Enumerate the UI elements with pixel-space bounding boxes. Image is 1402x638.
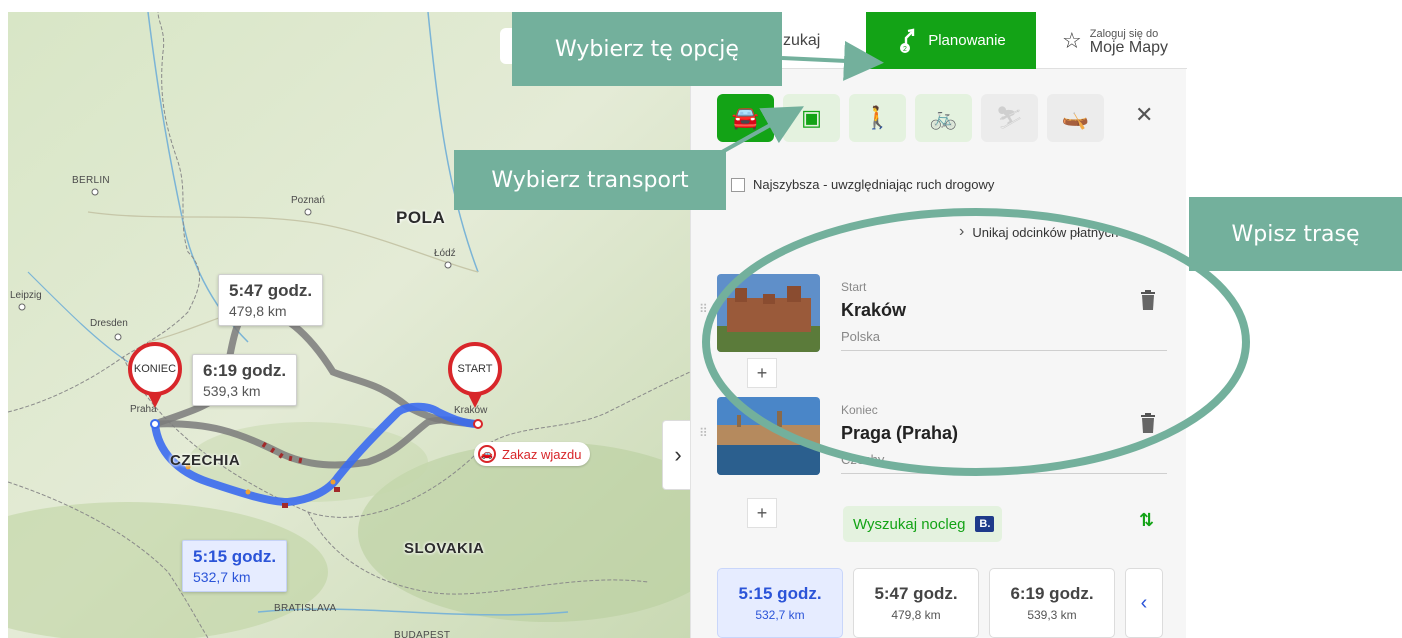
annotation-choose-transport: Wybierz transport (454, 150, 726, 210)
route-label-selected[interactable]: 5:15 godz. 532,7 km (182, 540, 288, 592)
close-icon[interactable]: ✕ (1135, 102, 1153, 128)
pin-start[interactable]: START (448, 342, 502, 396)
start-label: Start (841, 280, 867, 294)
drag-handle-icon[interactable]: ⠿ (699, 302, 708, 316)
end-location[interactable]: Koniec Praga (Praha) Czechy (717, 397, 1167, 485)
drag-handle-icon[interactable]: ⠿ (699, 426, 708, 440)
city-bratislava: BRATISLAVA (274, 603, 337, 614)
pin-start-label: START (457, 363, 493, 375)
city-budapest: BUDAPEST (394, 630, 451, 638)
avoid-tolls-option[interactable]: › Unikaj odcinków płatnych (959, 223, 1118, 241)
bike-icon: 🚲 (929, 105, 958, 130)
annotation-enter-route: Wpisz trasę (1189, 197, 1402, 271)
tab-planning-label: Planowanie (928, 32, 1006, 49)
no-entry-badge[interactable]: 🚗 Zakaz wjazdu (474, 442, 591, 466)
pin-end-label: KONIEC (133, 363, 177, 375)
mode-walk[interactable]: 🚶 (849, 94, 906, 142)
fastest-checkbox[interactable] (731, 177, 745, 192)
mode-car[interactable]: 🚘 (717, 94, 774, 142)
chevron-right-icon: › (674, 442, 682, 467)
search-accommodation-button[interactable]: Wyszukaj nocleg B. (843, 506, 1003, 542)
delete-end-icon[interactable] (1141, 413, 1155, 433)
booking-icon: B. (975, 516, 995, 532)
star-icon: ☆ (1062, 27, 1082, 53)
route-option-time: 5:47 godz. (874, 584, 958, 603)
tab-planning[interactable]: 2 Planowanie (866, 12, 1036, 69)
walk-icon: 🚶 (863, 105, 892, 130)
route-option-card[interactable]: 5:47 godz. 479,8 km (853, 568, 979, 638)
my-maps-label: Moje Mapy (1089, 38, 1168, 56)
no-entry-icon: 🚗 (478, 445, 496, 463)
previous-routes-button[interactable]: ‹ (1125, 568, 1163, 638)
route-time: 5:15 godz. (193, 547, 277, 566)
country-slovakia: SLOVAKIA (404, 540, 485, 557)
delete-start-icon[interactable] (1141, 290, 1155, 310)
annotation-choose-option: Wybierz tę opcję (512, 12, 782, 86)
car-icon: 🚘 (731, 105, 760, 130)
map-view[interactable]: BERLIN Poznań Łódź Leipzig Dresden Praha… (8, 12, 690, 638)
end-label: Koniec (841, 403, 878, 417)
start-name: Kraków (841, 300, 907, 320)
chevron-right-icon: › (959, 223, 965, 240)
mode-boat[interactable]: 🛶 (1047, 94, 1104, 142)
transport-modes: 🚘 ▣ 🚶 🚲 ⛷ 🛶 (717, 94, 1104, 142)
country-czechia: CZECHIA (170, 452, 241, 469)
tab-my-maps[interactable]: ☆ Zaloguj się do Moje Mapy (1036, 12, 1187, 69)
route-label-alt2[interactable]: 6:19 godz. 539,3 km (192, 354, 298, 406)
fastest-label: Najszybsza - uwzględniając ruch drogowy (753, 177, 995, 192)
route-panel: zukaj 2 Planowanie ☆ Zaloguj się do Moje… (690, 12, 1187, 638)
chevron-left-icon: ‹ (1140, 591, 1148, 614)
pin-end[interactable]: KONIEC (128, 342, 182, 396)
city-berlin: BERLIN (72, 175, 110, 186)
plus-icon: + (756, 362, 768, 383)
fastest-option[interactable]: Najszybsza - uwzględniając ruch drogowy (731, 177, 994, 192)
route-time: 6:19 godz. (203, 361, 287, 380)
mode-ski[interactable]: ⛷ (981, 94, 1038, 142)
route-planning-icon: 2 (900, 28, 915, 53)
ski-icon: ⛷ (995, 105, 1024, 130)
route-label-alt1[interactable]: 5:47 godz. 479,8 km (218, 274, 324, 326)
city-poznan: Poznań (291, 195, 325, 206)
end-country: Czechy (841, 452, 885, 467)
tab-search-label: zukaj (783, 31, 821, 49)
mode-bus[interactable]: ▣ (783, 94, 840, 142)
swap-direction-icon[interactable]: ⇅ (1139, 510, 1154, 531)
pin-end-tip (148, 394, 162, 408)
pin-start-tip (468, 394, 482, 408)
add-waypoint-button[interactable]: + (747, 358, 777, 388)
route-distance: 532,7 km (193, 569, 251, 585)
no-entry-label: Zakaz wjazdu (502, 446, 582, 462)
start-location[interactable]: Start Kraków Polska (717, 274, 1167, 362)
route-option-card[interactable]: 5:15 godz. 532,7 km (717, 568, 843, 638)
avoid-tolls-label: Unikaj odcinków płatnych (972, 224, 1119, 240)
search-accommodation-label: Wyszukaj nocleg (853, 515, 966, 533)
route-distance: 479,8 km (229, 303, 287, 319)
bus-icon: ▣ (801, 105, 822, 130)
route-option-distance: 532,7 km (755, 608, 805, 622)
route-time: 5:47 godz. (229, 281, 313, 300)
route-option-time: 6:19 godz. (1010, 584, 1094, 603)
end-photo (717, 397, 820, 475)
city-dresden: Dresden (90, 318, 128, 329)
city-leipzig: Leipzig (10, 290, 42, 301)
city-lodz: Łódź (434, 248, 456, 259)
route-option-distance: 479,8 km (891, 608, 941, 622)
start-country: Polska (841, 329, 881, 344)
plus-icon: + (756, 502, 768, 523)
add-waypoint-button[interactable]: + (747, 498, 777, 528)
route-distance: 539,3 km (203, 383, 261, 399)
country-poland: POLA (396, 208, 446, 227)
route-option-card[interactable]: 6:19 godz. 539,3 km (989, 568, 1115, 638)
start-photo (717, 274, 820, 352)
mode-bike[interactable]: 🚲 (915, 94, 972, 142)
route-option-time: 5:15 godz. (738, 584, 822, 603)
boat-icon: 🛶 (1061, 105, 1090, 130)
route-option-distance: 539,3 km (1027, 608, 1077, 622)
svg-text:2: 2 (903, 46, 907, 53)
end-name: Praga (Praha) (841, 423, 959, 443)
route-options: 5:15 godz. 532,7 km 5:47 godz. 479,8 km … (717, 568, 1163, 638)
